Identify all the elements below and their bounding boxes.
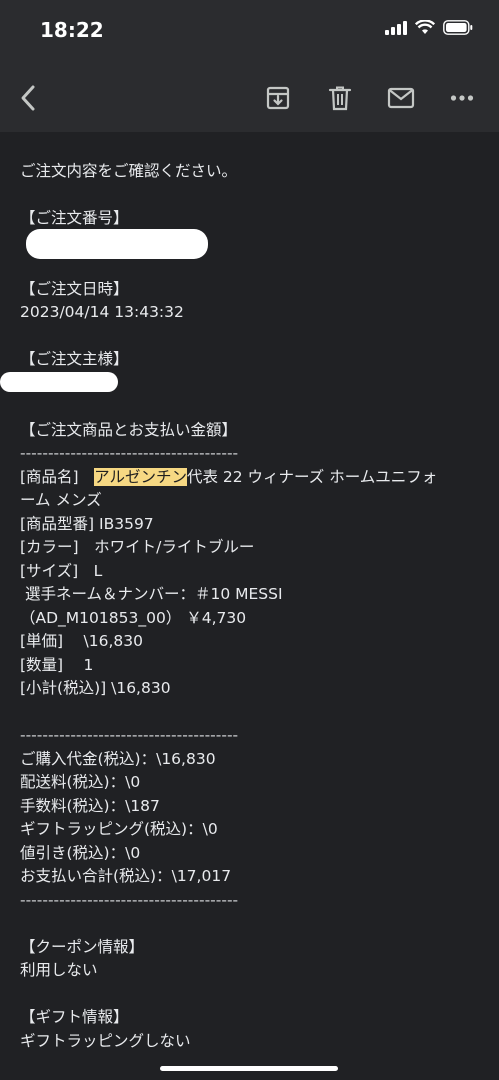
back-arrow-icon bbox=[21, 85, 35, 111]
coupon-value: 利用しない bbox=[20, 961, 98, 979]
more-icon bbox=[450, 95, 474, 101]
delete-button[interactable] bbox=[322, 80, 358, 116]
order-number-header: 【ご注文番号】 bbox=[20, 209, 129, 227]
more-options-button[interactable] bbox=[444, 80, 480, 116]
player-code-line: （AD_M101853_00） ￥4,730 bbox=[20, 608, 247, 627]
player-line: 選手ネーム＆ナンバー：＃10 MESSI bbox=[20, 585, 283, 603]
email-toolbar bbox=[0, 64, 499, 132]
intro-text: ご注文内容をご確認ください。 bbox=[20, 162, 238, 180]
archive-button[interactable] bbox=[260, 80, 296, 116]
status-time: 18:22 bbox=[40, 18, 104, 42]
items-header: 【ご注文商品とお支払い金額】 bbox=[20, 420, 238, 439]
customer-header: 【ご注文主様】 bbox=[20, 350, 129, 368]
status-icons bbox=[385, 20, 473, 35]
gift-wrap-fee-line: ギフトラッピング(税込)：\0 bbox=[20, 820, 218, 838]
product-name-line: [商品名] アルゼンチン代表 22 ウィナーズ ホームユニフォ bbox=[20, 466, 490, 490]
separator-line: --------------------------------------- bbox=[20, 444, 239, 462]
separator-line: --------------------------------------- bbox=[20, 890, 239, 909]
product-name-label: [商品名] bbox=[20, 467, 79, 486]
subtotal-line: [小計(税込)] \16,830 bbox=[20, 679, 171, 697]
redacted-order-number bbox=[26, 229, 208, 259]
fee-line: 手数料(税込)：\187 bbox=[20, 796, 160, 815]
product-name-line-2: ーム メンズ bbox=[20, 491, 102, 509]
trash-icon bbox=[328, 86, 352, 111]
size-line: [サイズ] L bbox=[20, 561, 103, 580]
signal-icon bbox=[385, 21, 407, 35]
wifi-icon bbox=[415, 20, 435, 34]
archive-icon bbox=[266, 86, 290, 110]
grand-total-line: お支払い合計(税込)：\17,017 bbox=[20, 867, 232, 885]
back-button[interactable] bbox=[10, 80, 46, 116]
gift-value: ギフトラッピングしない bbox=[20, 1031, 191, 1050]
color-line: [カラー] ホワイト/ライトブルー bbox=[20, 538, 255, 556]
discount-line: 値引き(税込)：\0 bbox=[20, 843, 141, 862]
battery-icon bbox=[443, 20, 473, 35]
order-date-value: 2023/04/14 13:43:32 bbox=[20, 303, 184, 321]
shipping-line: 配送料(税込)：\0 bbox=[20, 773, 141, 791]
separator-line: --------------------------------------- bbox=[20, 726, 239, 744]
purchase-total-line: ご購入代金(税込)：\16,830 bbox=[20, 749, 216, 768]
unit-price-line: [単価] \16,830 bbox=[20, 632, 143, 650]
order-date-header: 【ご注文日時】 bbox=[20, 279, 129, 298]
gift-header: 【ギフト情報】 bbox=[20, 1008, 129, 1026]
home-indicator[interactable] bbox=[160, 1066, 338, 1071]
mark-unread-button[interactable] bbox=[383, 80, 419, 116]
product-name-rest: 代表 22 ウィナーズ ホームユニフォ bbox=[186, 467, 438, 486]
mail-icon bbox=[387, 87, 415, 109]
search-highlight: アルゼンチン bbox=[94, 467, 187, 486]
redacted-customer-name bbox=[0, 372, 118, 392]
coupon-header: 【クーポン情報】 bbox=[20, 937, 145, 956]
model-line: [商品型番] IB3597 bbox=[20, 514, 154, 533]
status-bar: 18:22 bbox=[0, 0, 499, 64]
quantity-line: [数量] 1 bbox=[20, 655, 94, 674]
email-body: ご注文内容をご確認ください。 【ご注文番号】 【ご注文日時】 2023/04/1… bbox=[20, 160, 490, 1053]
